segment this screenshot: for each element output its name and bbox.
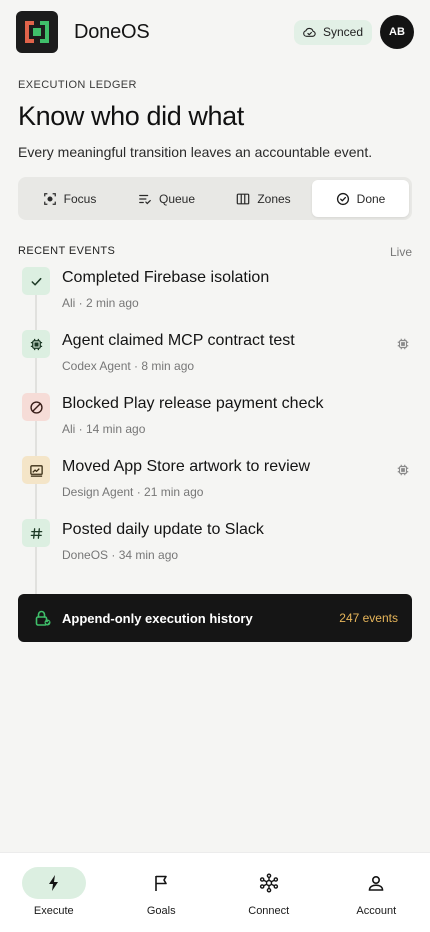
tab-label: Queue [158,191,196,206]
doneos-logo[interactable] [16,11,58,53]
event-title: Agent claimed MCP contract test [62,332,295,349]
event-item[interactable]: Posted daily update to Slack DoneOS · 34… [18,517,412,580]
nav-label: Account [356,905,397,917]
recent-events-title: RECENT EVENTS [18,245,116,257]
event-item[interactable]: Blocked Play release payment check Ali ·… [18,391,412,454]
bolt-icon [48,875,58,891]
tab-zones[interactable]: Zones [215,180,312,217]
app-title: DoneOS [74,20,150,43]
hash-icon [30,527,42,539]
nav-item-connect[interactable]: Connect [215,853,323,932]
cloud-check-icon [303,27,316,37]
event-badge [22,267,50,295]
network-icon [259,873,278,893]
event-badge [22,393,50,421]
event-badge [22,330,50,358]
event-meta: Ali · 14 min ago [62,422,146,436]
tab-label: Done [356,191,386,206]
event-item[interactable]: Agent claimed MCP contract test Codex Ag… [18,328,412,391]
event-title: Completed Firebase isolation [62,269,270,286]
event-badge [22,519,50,547]
tab-focus[interactable]: Focus [21,180,118,217]
avatar[interactable]: AB [380,15,414,49]
nav-label: Execute [33,905,74,917]
lock-check-icon [35,610,51,626]
app-root: DoneOS Synced AB EXECUTION LEDGER Know w… [0,0,430,932]
event-meta: Codex Agent · 8 min ago [62,359,195,373]
sync-status-badge[interactable]: Synced [293,19,372,45]
nav-item-goals[interactable]: Goals [108,853,216,932]
event-title: Blocked Play release payment check [62,395,324,412]
recent-events-header: RECENT EVENTS Live [18,245,412,259]
agent-chip-icon [397,338,409,350]
nav-label: Goals [146,905,176,917]
app-header: DoneOS Synced AB [16,11,414,53]
flag-icon [155,875,168,891]
event-item[interactable]: Completed Firebase isolation Ali · 2 min… [18,265,412,328]
execution-history-bar[interactable]: Append-only execution history 247 events [18,594,412,642]
queue-icon [139,194,151,204]
event-meta: DoneOS · 34 min ago [62,548,179,562]
focus-icon [43,192,56,205]
event-title: Posted daily update to Slack [62,521,264,538]
nav-label: Connect [248,905,290,917]
image-review-icon [29,464,43,477]
nav-item-account[interactable]: Account [323,853,430,932]
history-event-count: 247 events [339,611,398,625]
event-title: Moved App Store artwork to review [62,458,311,475]
agent-chip-icon [397,464,409,476]
event-item[interactable]: Moved App Store artwork to review Design… [18,454,412,517]
check-icon [31,277,41,286]
page-subtitle: Every meaningful transition leaves an ac… [18,144,373,160]
blocked-icon [29,400,43,414]
user-icon [368,875,384,891]
nav-item-execute[interactable]: Execute [0,853,108,932]
event-meta: Ali · 2 min ago [62,296,139,310]
history-label: Append-only execution history [62,610,253,626]
section-overline: EXECUTION LEDGER [18,79,137,91]
zones-icon [237,193,250,204]
page-title: Know who did what [18,101,244,131]
event-meta: Design Agent · 21 min ago [62,485,204,499]
event-timeline: Completed Firebase isolation Ali · 2 min… [18,265,412,601]
tab-done[interactable]: Done [312,180,409,217]
live-indicator: Live [389,245,412,259]
sync-status-label: Synced [322,25,363,39]
view-tabs: Focus Queue Zones Done [18,177,412,220]
tab-queue[interactable]: Queue [118,180,215,217]
check-circle-icon [336,192,349,205]
event-badge [22,456,50,484]
tab-label: Zones [257,191,291,206]
bottom-navigation: Execute Goals Connect Account [0,852,430,932]
chip-icon [30,338,42,350]
tab-label: Focus [63,191,97,206]
